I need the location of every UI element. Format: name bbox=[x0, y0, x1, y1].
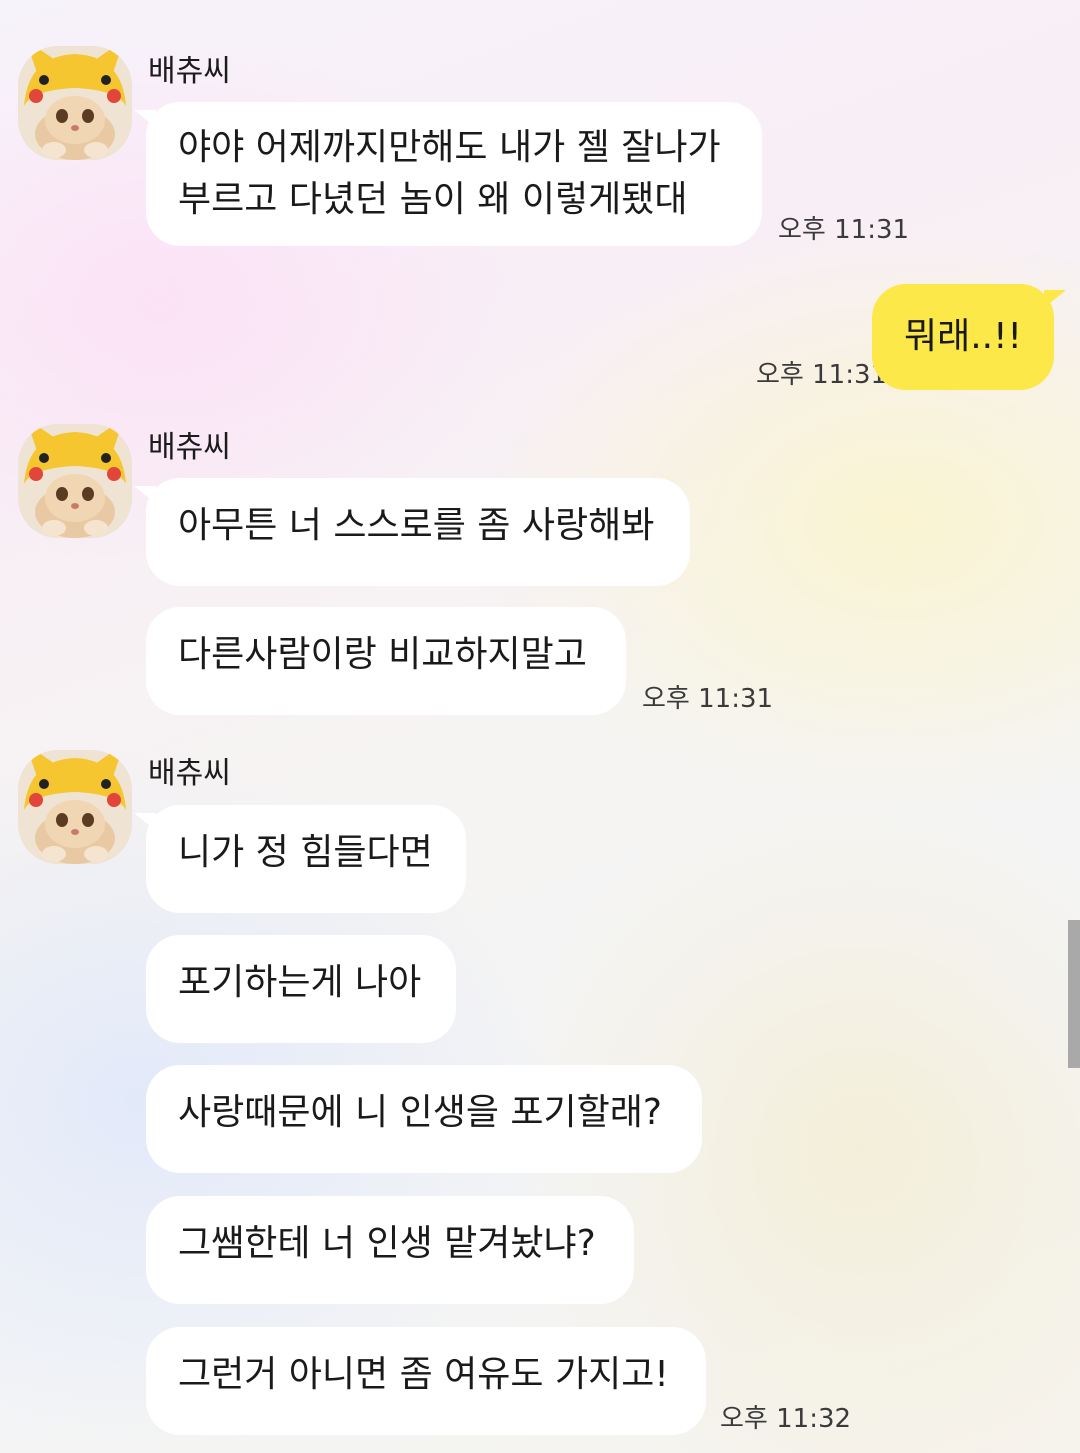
message-bubble[interactable]: 다른사람이랑 비교하지말고 bbox=[146, 607, 626, 715]
message-bubble[interactable]: 니가 정 힘들다면 bbox=[134, 805, 466, 913]
message-text: 그쌤한테 너 인생 맡겨놨냐? bbox=[178, 1223, 596, 1264]
message-time: 오후 11:31 bbox=[756, 360, 888, 390]
cat-avatar-image bbox=[18, 46, 132, 160]
message-time: 오후 11:32 bbox=[720, 1404, 852, 1434]
sender-avatar[interactable] bbox=[18, 424, 132, 538]
scrollbar-thumb[interactable] bbox=[1068, 920, 1080, 1068]
my-message-bubble[interactable]: 뭐래..!! bbox=[872, 284, 1066, 390]
sender-name: 배츄씨 bbox=[148, 430, 231, 465]
message-bubble[interactable]: 포기하는게 나아 bbox=[146, 935, 456, 1043]
sender-name: 배츄씨 bbox=[148, 54, 231, 89]
message-bubble[interactable]: 아무튼 너 스스로를 좀 사랑해봐 bbox=[134, 478, 690, 586]
message-text: 아무튼 너 스스로를 좀 사랑해봐 bbox=[178, 505, 655, 546]
sender-avatar[interactable] bbox=[18, 750, 132, 864]
message-text: 뭐래..!! bbox=[904, 316, 1022, 357]
cat-avatar-image bbox=[18, 750, 132, 864]
message-bubble[interactable]: 사랑때문에 니 인생을 포기할래? bbox=[146, 1065, 702, 1173]
sender-avatar[interactable] bbox=[18, 46, 132, 160]
message-time: 오후 11:31 bbox=[778, 215, 910, 245]
message-time: 오후 11:31 bbox=[642, 684, 774, 714]
message-bubble[interactable]: 그쌤한테 너 인생 맡겨놨냐? bbox=[146, 1196, 634, 1304]
message-bubble[interactable]: 야야 어제까지만해도 내가 젤 잘나가 부르고 다녔던 놈이 왜 이렇게됐대 bbox=[134, 102, 762, 246]
sender-name: 배츄씨 bbox=[148, 756, 231, 791]
message-bubble[interactable]: 그런거 아니면 좀 여유도 가지고! bbox=[146, 1327, 706, 1435]
message-text-line: 부르고 다녔던 놈이 왜 이렇게됐대 bbox=[178, 179, 688, 220]
cat-avatar-image bbox=[18, 424, 132, 538]
message-text: 그런거 아니면 좀 여유도 가지고! bbox=[178, 1354, 669, 1395]
message-text: 포기하는게 나아 bbox=[178, 962, 422, 1003]
message-text: 다른사람이랑 비교하지말고 bbox=[178, 634, 587, 675]
message-text-line: 야야 어제까지만해도 내가 젤 잘나가 bbox=[178, 127, 721, 168]
message-text: 사랑때문에 니 인생을 포기할래? bbox=[178, 1092, 662, 1133]
message-text: 니가 정 힘들다면 bbox=[178, 832, 433, 873]
